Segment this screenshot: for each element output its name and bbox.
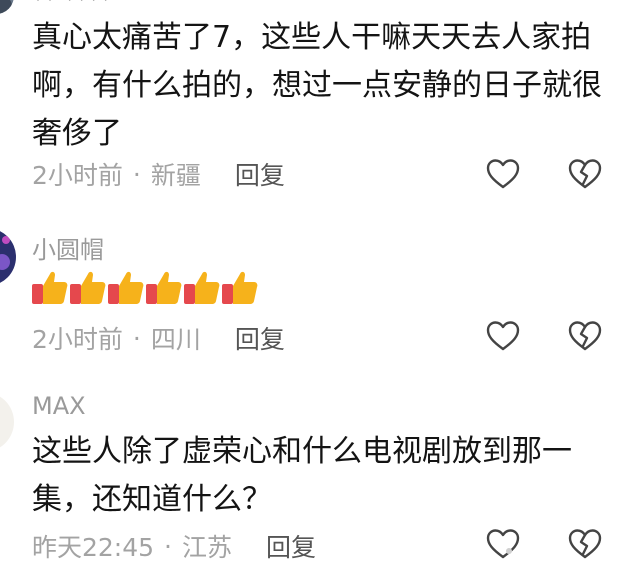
comment-username[interactable]: 小圆帽 <box>32 230 104 265</box>
meta-separator: · <box>132 323 141 353</box>
thumbs-up-icon <box>70 271 106 304</box>
heart-outline-icon[interactable] <box>486 528 520 560</box>
avatar[interactable] <box>0 392 14 452</box>
comment-meta: 2小时前 · 四川 回复 <box>32 320 285 356</box>
heart-outline-icon[interactable] <box>486 320 520 352</box>
avatar[interactable] <box>0 228 16 286</box>
thumbs-up-icon <box>32 271 68 304</box>
thumbs-up-icon <box>222 271 258 304</box>
broken-heart-icon[interactable] <box>568 320 602 352</box>
broken-heart-icon[interactable] <box>568 528 602 560</box>
reply-button[interactable]: 回复 <box>235 156 285 192</box>
comment-item: ** **** 真心太痛苦了7，这些人干嘛天天去人家拍啊，有什么拍的，想过一点安… <box>0 0 640 200</box>
reply-button[interactable]: 回复 <box>266 528 316 564</box>
comment-text: 这些人除了虚荣心和什么电视剧放到那一集，还知道什么？ <box>32 434 572 517</box>
comment-username[interactable]: ** **** <box>32 0 112 14</box>
comment-time: 昨天22:45 <box>32 533 155 562</box>
avatar[interactable] <box>0 0 14 14</box>
comment-item: MAX 这些人除了虚荣心和什么电视剧放到那一集，还知道什么？ 昨天22:45 ·… <box>0 370 640 576</box>
comment-item: 小圆帽 2小时前 · 四川 回复 <box>0 200 640 370</box>
reply-button[interactable]: 回复 <box>235 320 285 356</box>
heart-outline-icon[interactable] <box>486 158 520 190</box>
meta-separator: · <box>132 159 141 189</box>
thumbs-up-icon <box>146 271 182 304</box>
thumbs-up-icon <box>108 271 144 304</box>
comment-text: 真心太痛苦了7，这些人干嘛天天去人家拍啊，有什么拍的，想过一点安静的日子就很奢侈… <box>32 20 602 151</box>
comment-location: 新疆 <box>150 161 201 190</box>
comment-meta: 昨天22:45 · 江苏 回复 <box>32 528 316 564</box>
comment-location: 四川 <box>150 325 201 354</box>
scroll-indicator <box>506 548 512 554</box>
comment-username[interactable]: MAX <box>32 392 86 420</box>
comment-location: 江苏 <box>182 533 233 562</box>
meta-separator: · <box>164 531 172 561</box>
broken-heart-icon[interactable] <box>568 158 602 190</box>
comment-emoji-content <box>30 268 258 306</box>
comment-meta: 2小时前 · 新疆 回复 <box>32 156 285 192</box>
thumbs-up-icon <box>184 271 220 304</box>
comment-time: 2小时前 <box>32 325 123 354</box>
comment-time: 2小时前 <box>32 161 123 190</box>
